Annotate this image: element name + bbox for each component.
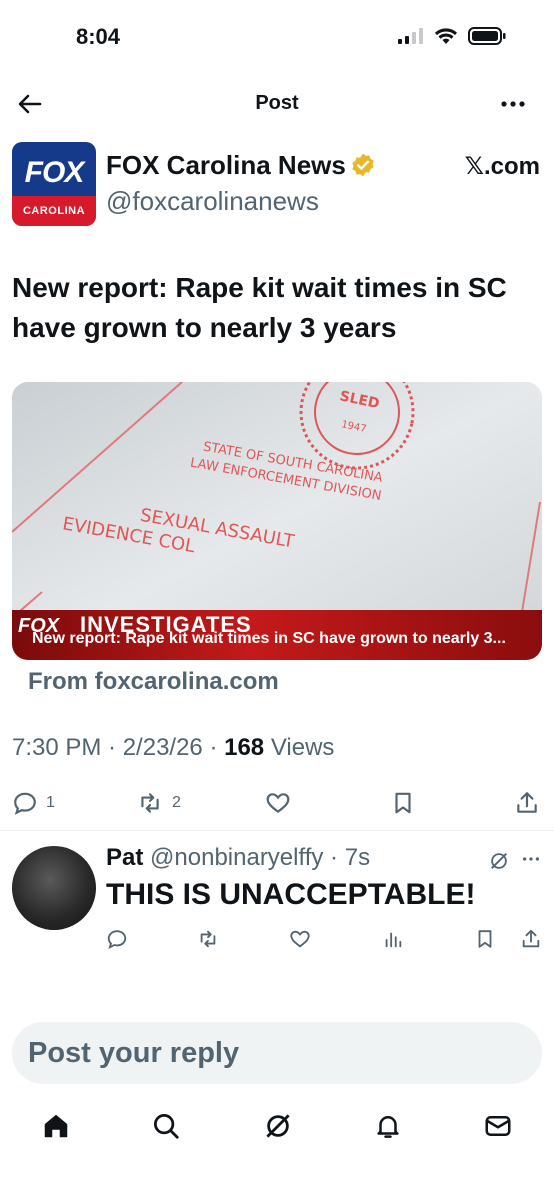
- reply-reply-button[interactable]: [106, 928, 128, 955]
- avatar-logo-text: FOX: [24, 156, 85, 189]
- verified-badge-icon: [350, 152, 376, 185]
- status-bar: 8:04: [0, 0, 554, 76]
- repost-count: 2: [172, 794, 181, 811]
- reply-views-button[interactable]: [382, 928, 404, 955]
- author-name-row[interactable]: FOX Carolina News: [106, 150, 376, 185]
- reply-header: Pat @nonbinaryelffy · 7s: [106, 844, 370, 872]
- tab-grok[interactable]: [260, 1108, 296, 1144]
- share-icon: [517, 792, 537, 813]
- reply-icon: [107, 930, 127, 950]
- reply-bookmark-button[interactable]: [474, 928, 496, 955]
- more-horizontal-icon: [522, 857, 540, 861]
- reply-more-button[interactable]: [520, 848, 542, 875]
- grok-icon: [266, 1114, 290, 1138]
- reply-count: 1: [46, 794, 55, 811]
- views-count: 168: [224, 734, 265, 761]
- tab-search[interactable]: [148, 1108, 184, 1144]
- views-icon: [385, 932, 402, 948]
- post-actions: 1 2: [12, 790, 542, 820]
- bottom-tab-bar: [0, 1100, 554, 1156]
- post-meta: 7:30 PM · 2/23/26 · 168 Views: [12, 734, 334, 762]
- tab-notifications[interactable]: [370, 1108, 406, 1144]
- author-handle[interactable]: @foxcarolinanews: [106, 186, 319, 217]
- like-button[interactable]: [264, 790, 292, 816]
- battery-icon: [468, 27, 506, 50]
- page-title: Post: [255, 92, 299, 114]
- reply-post[interactable]: Pat @nonbinaryelffy · 7s THIS IS UNACCEP…: [0, 838, 554, 968]
- more-horizontal-icon: [501, 101, 525, 107]
- repost-icon: [200, 930, 216, 948]
- status-time: 8:04: [76, 24, 121, 49]
- reply-author-name[interactable]: Pat: [106, 844, 143, 871]
- reply-actions: [106, 928, 546, 952]
- reply-like-button[interactable]: [288, 928, 312, 955]
- like-icon: [266, 793, 290, 814]
- reply-icon: [14, 792, 36, 815]
- bookmark-icon: [395, 792, 411, 814]
- tab-messages[interactable]: [480, 1108, 516, 1144]
- reply-separator: ·: [323, 844, 345, 871]
- card-caption-bar: FOX INVESTIGATES New report: Rape kit wa…: [12, 610, 542, 660]
- avatar-logo-subtext: CAROLINA: [12, 196, 96, 226]
- source-site: 𝕏.com: [464, 153, 540, 180]
- repost-button[interactable]: 2: [136, 790, 181, 816]
- wifi-icon: [434, 27, 458, 50]
- author-name: FOX Carolina News: [106, 150, 346, 180]
- card-source-link[interactable]: From foxcarolina.com: [28, 668, 279, 696]
- messages-icon: [485, 1116, 511, 1136]
- reply-text: THIS IS UNACCEPTABLE!: [106, 878, 476, 911]
- home-icon: [44, 1114, 68, 1138]
- reply-share-button[interactable]: [520, 928, 542, 955]
- post-author: FOX CAROLINA FOX Carolina News @foxcarol…: [12, 142, 542, 228]
- repost-icon: [141, 793, 159, 813]
- grok-button[interactable]: [488, 850, 510, 877]
- search-icon: [154, 1114, 179, 1139]
- reply-repost-button[interactable]: [196, 928, 220, 955]
- views-label: Views: [264, 734, 335, 761]
- share-button[interactable]: [514, 790, 540, 816]
- grok-icon: [491, 853, 507, 869]
- notifications-icon: [377, 1116, 399, 1138]
- link-card[interactable]: SLED 1947 STATE OF SOUTH CAROLINA LAW EN…: [12, 382, 542, 660]
- avatar[interactable]: [12, 846, 96, 930]
- reply-time: 7s: [344, 844, 371, 871]
- bookmark-button[interactable]: [390, 790, 416, 816]
- post-headline: New report: Rape kit wait times in SC ha…: [12, 272, 507, 343]
- nav-header: Post: [0, 80, 554, 128]
- post-timestamp[interactable]: 7:30 PM · 2/23/26 ·: [12, 734, 224, 761]
- share-icon: [522, 929, 540, 948]
- status-icons: [398, 27, 506, 50]
- avatar[interactable]: FOX CAROLINA: [12, 142, 96, 226]
- more-button[interactable]: [498, 90, 528, 118]
- card-caption: New report: Rape kit wait times in SC ha…: [32, 630, 506, 647]
- reply-button[interactable]: 1: [12, 790, 55, 816]
- signal-icon: [398, 28, 424, 49]
- reply-author-handle[interactable]: @nonbinaryelffy: [150, 844, 323, 871]
- tab-home[interactable]: [38, 1108, 74, 1144]
- compose-placeholder: Post your reply: [28, 1037, 240, 1069]
- bookmark-icon: [478, 930, 492, 948]
- like-icon: [290, 930, 310, 948]
- reply-compose-field[interactable]: Post your reply: [12, 1022, 542, 1084]
- divider: [0, 830, 554, 831]
